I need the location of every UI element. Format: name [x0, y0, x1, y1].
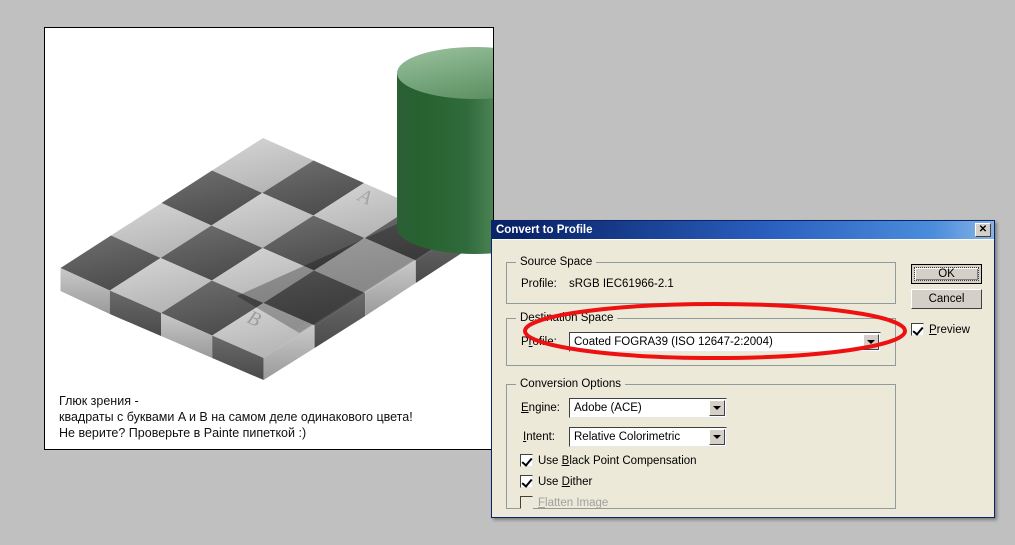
checker-shadow-illustration: A B: [60, 47, 493, 380]
use-dither-label: Use Dither: [538, 475, 593, 488]
ok-button-label: OK: [914, 267, 979, 281]
destination-space-group: Destination Space Profile: Coated FOGRA3…: [506, 312, 896, 366]
flatten-image-checkbox: Flatten Image: [520, 496, 608, 509]
dialog-body: Source Space Profile: sRGB IEC61966-2.1 …: [492, 239, 994, 517]
engine-value: Adobe (ACE): [574, 402, 642, 414]
caption-line-2: квадраты с буквами A и B на самом деле о…: [59, 410, 413, 424]
caption-line-3: Не верите? Проверьте в Painte пипеткой :…: [59, 426, 307, 440]
dialog-titlebar[interactable]: Convert to Profile ✕: [492, 221, 994, 239]
caption-line-1: Глюк зрения -: [59, 394, 139, 408]
flatten-image-label: Flatten Image: [538, 496, 609, 509]
use-dither-checkbox[interactable]: Use Dither: [520, 475, 592, 488]
destination-profile-dropdown[interactable]: Coated FOGRA39 (ISO 12647-2:2004): [569, 332, 881, 352]
use-black-point-compensation-checkbox[interactable]: Use Black Point Compensation: [520, 454, 697, 467]
checkbox-icon[interactable]: [911, 323, 924, 336]
chevron-down-icon[interactable]: [709, 400, 725, 416]
source-space-group: Source Space Profile: sRGB IEC61966-2.1: [506, 256, 896, 304]
illusion-image-panel: A B Глюк зрения - квадраты с буквами A и…: [44, 27, 494, 450]
intent-value: Relative Colorimetric: [574, 431, 681, 443]
ok-button[interactable]: OK: [911, 264, 982, 284]
chevron-down-icon[interactable]: [709, 429, 725, 445]
checkbox-icon[interactable]: [520, 475, 533, 488]
source-profile-label: Profile:: [521, 278, 557, 290]
illusion-caption: Глюк зрения - квадраты с буквами A и B н…: [59, 393, 489, 441]
checkbox-icon[interactable]: [520, 454, 533, 467]
conversion-options-group: Conversion Options Engine: Adobe (ACE) I…: [506, 378, 896, 509]
preview-checkbox[interactable]: Preview: [911, 323, 970, 336]
chevron-down-icon[interactable]: [863, 334, 879, 350]
close-icon[interactable]: ✕: [975, 223, 991, 237]
source-space-group-label: Source Space: [516, 256, 597, 268]
destination-profile-value: Coated FOGRA39 (ISO 12647-2:2004): [574, 336, 773, 348]
conversion-options-group-label: Conversion Options: [516, 378, 625, 390]
checkbox-icon: [520, 496, 533, 509]
preview-label: Preview: [929, 323, 970, 336]
destination-profile-label: Profile:: [521, 336, 557, 348]
intent-dropdown[interactable]: Relative Colorimetric: [569, 427, 727, 447]
engine-label: Engine:: [521, 402, 561, 414]
cancel-button[interactable]: Cancel: [911, 289, 982, 309]
green-cylinder: [397, 47, 493, 254]
intent-label: Intent:: [523, 431, 555, 443]
dialog-title: Convert to Profile: [496, 224, 593, 236]
engine-dropdown[interactable]: Adobe (ACE): [569, 398, 727, 418]
use-black-point-compensation-label: Use Black Point Compensation: [538, 454, 697, 467]
source-profile-value: sRGB IEC61966-2.1: [569, 278, 674, 290]
destination-space-group-label: Destination Space: [516, 312, 618, 324]
convert-to-profile-dialog: Convert to Profile ✕ Source Space Profil…: [491, 220, 995, 518]
